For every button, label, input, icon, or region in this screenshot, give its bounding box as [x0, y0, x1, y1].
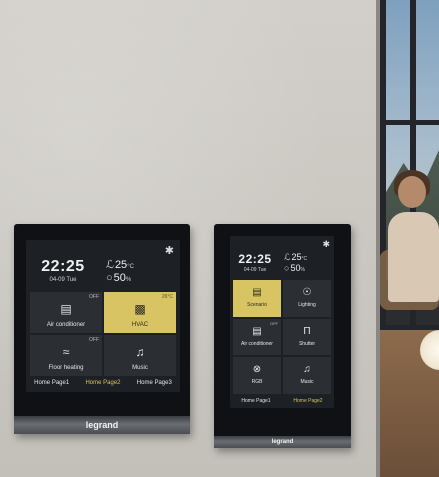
- touch-screen: 22:25 04-09 Tue ℒ 25 °C ○ 50 % ✱ OFF ▤ A…: [26, 240, 180, 392]
- status-badge: 26°C: [161, 294, 173, 300]
- tile-label: Music: [300, 379, 314, 386]
- window-frame: [380, 120, 439, 125]
- tile-scenario[interactable]: ▤ Scenario: [233, 280, 281, 317]
- tile-music[interactable]: ♫ Music: [104, 335, 176, 376]
- humidity-icon: ○: [106, 272, 113, 284]
- clock: 22:25 04-09 Tue: [230, 236, 280, 280]
- tile-label: RGB: [251, 379, 263, 386]
- tile-air-conditioner[interactable]: OFF ▤ Air conditioner: [233, 318, 281, 356]
- time-display: 22:25: [41, 258, 85, 275]
- lighting-icon: ☉: [302, 287, 312, 298]
- control-panel-small: 22:25 04-09 Tue ℒ 25 °C ○ 50 % ✱ ▤ Scena…: [214, 224, 351, 448]
- air-conditioner-icon: ▤: [252, 325, 262, 337]
- tile-label: Music: [132, 365, 148, 371]
- status-badge: OFF: [89, 337, 99, 343]
- tile-grid: OFF ▤ Air conditioner 26°C ▩ HVAC OFF ≈ …: [30, 292, 176, 376]
- time-display: 22:25: [238, 252, 272, 266]
- temperature-readout: ℒ 25 °C: [284, 252, 334, 263]
- music-icon: ♫: [303, 364, 311, 376]
- date-display: 04-09 Tue: [49, 277, 77, 283]
- clock: 22:25 04-09 Tue: [26, 240, 100, 290]
- tile-floor-heating[interactable]: OFF ≈ Floor heating: [30, 335, 102, 376]
- music-icon: ♫: [135, 345, 145, 359]
- living-room-scene: [380, 0, 439, 477]
- tile-label: Scenario: [247, 302, 267, 308]
- date-display: 04-09 Tue: [243, 267, 267, 273]
- nav-home-page-3[interactable]: Home Page3: [137, 380, 172, 386]
- humidity-unit: %: [300, 267, 305, 273]
- shutter-icon: Π: [303, 325, 311, 337]
- thermometer-icon: ℒ: [106, 259, 114, 271]
- temperature-value: 25: [291, 252, 302, 262]
- scenario-icon: ▤: [252, 287, 262, 298]
- thermometer-icon: ℒ: [284, 252, 291, 262]
- nav-home-page-2[interactable]: Home Page2: [293, 398, 322, 404]
- temperature-unit: °C: [301, 256, 308, 262]
- person-body: [388, 212, 439, 302]
- tile-label: Shutter: [298, 340, 316, 347]
- tile-rgb[interactable]: ⊗ RGB: [233, 357, 281, 394]
- tile-hvac[interactable]: 26°C ▩ HVAC: [104, 292, 176, 333]
- air-conditioner-icon: ▤: [60, 302, 72, 316]
- humidity-readout: ○ 50 %: [284, 263, 334, 273]
- temperature-unit: °C: [127, 264, 134, 270]
- temperature-value: 25: [114, 259, 128, 271]
- rgb-icon: ⊗: [252, 364, 262, 376]
- person-head: [398, 176, 426, 208]
- settings-icon[interactable]: ✱: [165, 244, 174, 257]
- humidity-unit: %: [125, 277, 132, 283]
- humidity-value: 50: [113, 272, 126, 284]
- page-nav: Home Page1 Home Page2 Home Page3: [26, 380, 180, 386]
- temperature-readout: ℒ 25 °C: [106, 258, 180, 271]
- floor-heating-icon: ≈: [62, 345, 70, 359]
- tile-label: Air conditioner: [241, 340, 273, 347]
- status-row: 22:25 04-09 Tue ℒ 25 °C ○ 50 % ✱: [230, 236, 334, 280]
- nav-home-page-1[interactable]: Home Page1: [241, 398, 270, 404]
- brand-logo: legrand: [214, 436, 351, 448]
- status-badge: OFF: [270, 320, 278, 326]
- tile-label: Floor heating: [48, 365, 84, 371]
- humidity-value: 50: [290, 263, 301, 273]
- tile-air-conditioner[interactable]: OFF ▤ Air conditioner: [30, 292, 102, 333]
- nav-home-page-1[interactable]: Home Page1: [34, 380, 69, 386]
- tile-label: Lighting: [298, 302, 316, 308]
- status-badge: OFF: [89, 294, 99, 300]
- touch-screen: 22:25 04-09 Tue ℒ 25 °C ○ 50 % ✱ ▤ Scena…: [230, 236, 334, 408]
- tile-lighting[interactable]: ☉ Lighting: [283, 280, 331, 317]
- tile-label: HVAC: [131, 322, 149, 328]
- page-nav: Home Page1 Home Page2: [230, 398, 334, 404]
- tile-label: Air conditioner: [46, 322, 86, 328]
- hvac-icon: ▩: [134, 302, 146, 316]
- control-panel-large: 22:25 04-09 Tue ℒ 25 °C ○ 50 % ✱ OFF ▤ A…: [14, 224, 190, 434]
- nav-home-page-2[interactable]: Home Page2: [85, 380, 120, 386]
- tile-shutter[interactable]: Π Shutter: [283, 318, 331, 356]
- tile-music[interactable]: ♫ Music: [283, 357, 331, 394]
- humidity-icon: ○: [284, 263, 290, 273]
- settings-icon[interactable]: ✱: [322, 239, 330, 250]
- humidity-readout: ○ 50 %: [106, 272, 180, 284]
- tile-grid: ▤ Scenario ☉ Lighting OFF ▤ Air conditio…: [233, 280, 331, 394]
- status-row: 22:25 04-09 Tue ℒ 25 °C ○ 50 % ✱: [26, 240, 180, 290]
- brand-logo: legrand: [14, 416, 190, 434]
